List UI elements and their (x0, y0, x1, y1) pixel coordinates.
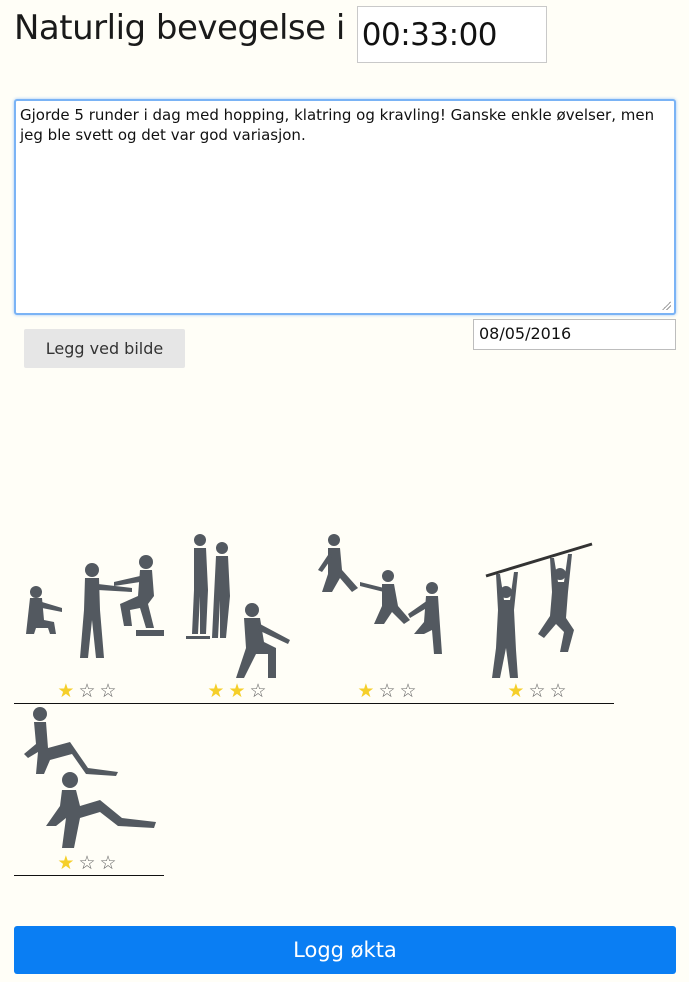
rating-star-1[interactable]: ★ (357, 680, 378, 702)
submit-workout-button[interactable]: Logg økta (14, 926, 676, 974)
exercise-item[interactable]: ★☆☆ (464, 530, 614, 705)
rating-stars: ★☆☆ (14, 852, 164, 874)
rating-star-2[interactable]: ☆ (78, 680, 99, 702)
page-title: Naturlig bevegelse i (14, 8, 345, 48)
notes-textarea[interactable]: Gjorde 5 runder i dag med hopping, klatr… (14, 99, 676, 315)
duration-input[interactable]: 00:33:00 (356, 6, 547, 63)
rating-stars: ★☆☆ (314, 680, 464, 702)
rating-star-2[interactable]: ☆ (378, 680, 399, 702)
divider (14, 875, 164, 876)
exercise-item[interactable]: ★☆☆ (314, 530, 464, 705)
rating-star-1[interactable]: ★ (57, 852, 78, 874)
page-header: Naturlig bevegelse i 00:33:00 (14, 6, 547, 63)
rating-star-2[interactable]: ★ (228, 680, 249, 702)
rating-star-3[interactable]: ☆ (400, 680, 421, 702)
divider (464, 703, 614, 704)
rating-star-1[interactable]: ★ (207, 680, 228, 702)
attach-image-button[interactable]: Legg ved bilde (24, 329, 185, 368)
squat-step-figures-icon (26, 555, 164, 658)
rating-stars: ★☆☆ (464, 680, 614, 702)
rating-star-3[interactable]: ☆ (550, 680, 571, 702)
rating-star-3[interactable]: ☆ (100, 680, 121, 702)
rating-star-2[interactable]: ☆ (528, 680, 549, 702)
rating-stars: ★☆☆ (14, 680, 164, 702)
exercise-item[interactable]: ★☆☆ (14, 530, 164, 705)
rating-star-1[interactable]: ★ (507, 680, 528, 702)
lunge-jump-figures-icon (318, 534, 442, 654)
notes-text: Gjorde 5 runder i dag med hopping, klatr… (20, 106, 655, 144)
resize-handle[interactable] (661, 300, 671, 310)
rating-star-1[interactable]: ★ (57, 680, 78, 702)
rating-star-3[interactable]: ☆ (250, 680, 271, 702)
exercise-item[interactable]: ★☆☆ (14, 702, 164, 877)
exercise-item[interactable]: ★★☆ (164, 530, 314, 705)
floor-crawl-figures-icon (24, 707, 156, 848)
date-input[interactable]: 08/05/2016 (473, 319, 676, 350)
pull-up-bar-figures-icon (485, 542, 593, 678)
divider (314, 703, 464, 704)
rating-star-3[interactable]: ☆ (100, 852, 121, 874)
standing-squat-figures-icon (186, 534, 290, 678)
divider (164, 703, 314, 704)
rating-star-2[interactable]: ☆ (78, 852, 99, 874)
rating-stars: ★★☆ (164, 680, 314, 702)
